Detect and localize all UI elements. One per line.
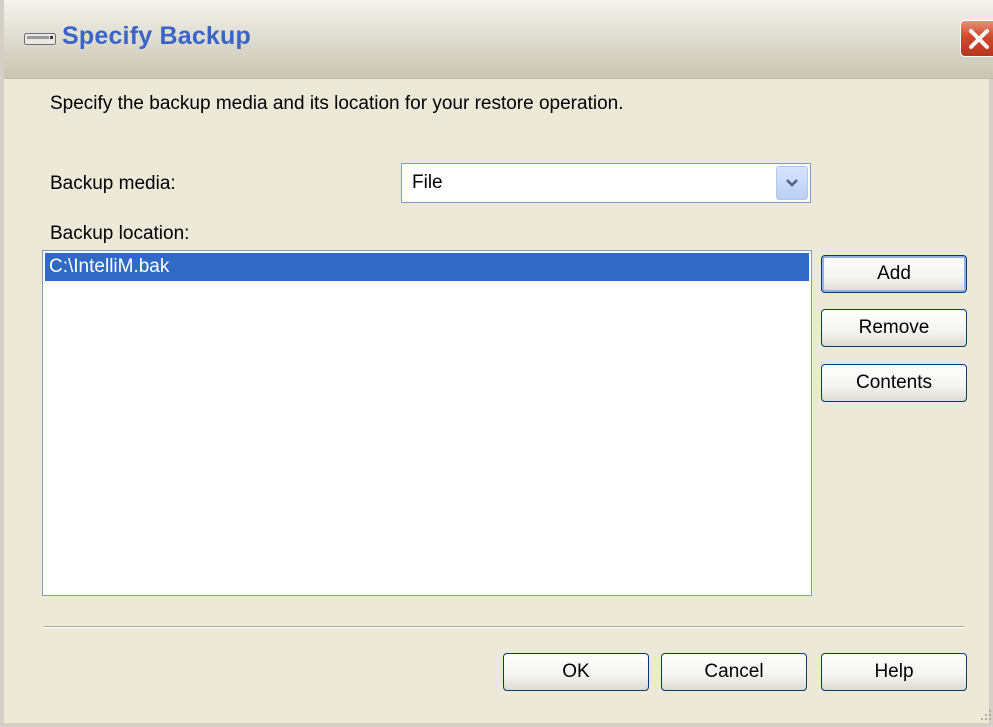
- dialog-description: Specify the backup media and its locatio…: [50, 93, 624, 114]
- cancel-button[interactable]: Cancel: [661, 653, 807, 691]
- backup-location-label: Backup location:: [50, 223, 190, 244]
- chevron-down-icon: [786, 179, 798, 187]
- dropdown-button[interactable]: [776, 166, 808, 200]
- backup-media-select[interactable]: File: [401, 163, 811, 203]
- help-button[interactable]: Help: [821, 653, 967, 691]
- footer-separator: [44, 626, 964, 628]
- window-title: Specify Backup: [62, 22, 251, 50]
- ok-button[interactable]: OK: [503, 653, 649, 691]
- add-button[interactable]: Add: [821, 255, 967, 293]
- close-icon: [969, 29, 989, 49]
- specify-backup-dialog: Specify Backup Specify the backup media …: [0, 0, 993, 727]
- contents-button[interactable]: Contents: [821, 364, 967, 402]
- backup-location-list[interactable]: C:\IntelliM.bak: [42, 250, 812, 596]
- title-bar[interactable]: Specify Backup: [4, 0, 993, 79]
- backup-media-value: File: [412, 172, 443, 193]
- backup-drive-icon: [24, 33, 56, 45]
- close-button[interactable]: [960, 20, 993, 57]
- backup-media-label: Backup media:: [50, 173, 176, 194]
- resize-grip-icon[interactable]: [977, 706, 993, 722]
- remove-button[interactable]: Remove: [821, 309, 967, 347]
- list-item[interactable]: C:\IntelliM.bak: [45, 253, 809, 281]
